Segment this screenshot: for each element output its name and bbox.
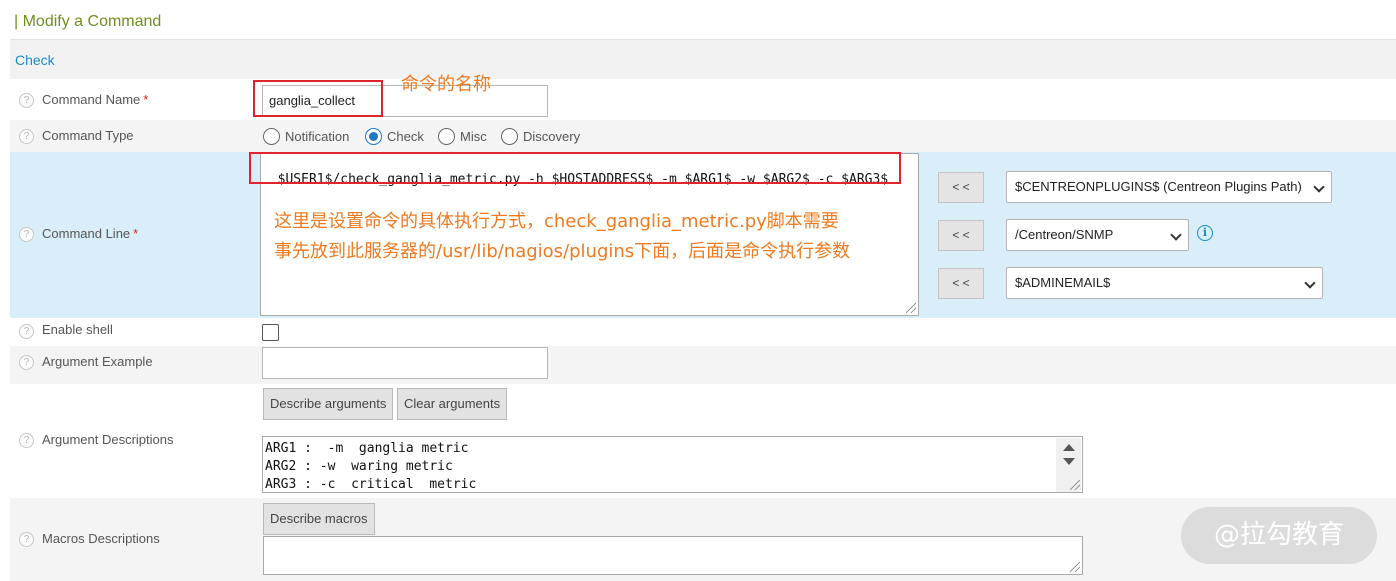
info-icon[interactable]: i (1197, 225, 1213, 241)
radio-button-icon (501, 127, 518, 145)
row-argument-example: ? Argument Example (10, 346, 1396, 384)
radio-button-icon (438, 127, 455, 145)
argument-line: ARG3 : -c critical metric (265, 477, 477, 492)
describe-arguments-button[interactable]: Describe arguments (263, 388, 394, 420)
command-name-highlight-box (253, 80, 383, 117)
annotation-command-line-2: 事先放到此服务器的/usr/lib/nagios/plugins下面，后面是命令… (274, 241, 851, 262)
section-header: Check (10, 39, 1396, 79)
page-title: | Modify a Command (14, 13, 162, 30)
command-line-highlight-box (249, 152, 901, 184)
watermark-logo: @拉勾教育 (1181, 507, 1377, 564)
macro-select-admin-email[interactable]: $ADMINEMAIL$ (1006, 267, 1323, 299)
macro-select-plugins-path[interactable]: $CENTREONPLUGINS$ (Centreon Plugins Path… (1006, 171, 1332, 203)
radio-notification[interactable]: Notification (263, 127, 349, 145)
help-icon[interactable]: ? (19, 355, 34, 370)
macros-descriptions-textarea[interactable] (263, 536, 1083, 575)
radio-discovery[interactable]: Discovery (501, 127, 580, 145)
annotation-command-line-1: 这里是设置命令的具体执行方式，check_ganglia_metric.py脚本… (274, 211, 839, 232)
argument-line: ARG2 : -w waring metric (265, 459, 453, 474)
insert-macro-button[interactable]: < < (938, 172, 984, 203)
clear-arguments-button[interactable]: Clear arguments (397, 388, 508, 420)
macros-descriptions-label: Macros Descriptions (42, 531, 160, 546)
chevron-down-icon (1313, 181, 1325, 193)
resize-handle-icon[interactable] (1070, 480, 1080, 490)
insert-macro-button[interactable]: < < (938, 268, 984, 299)
radio-button-selected-icon (365, 127, 382, 145)
macro-select-snmp[interactable]: /Centreon/SNMP (1006, 219, 1189, 251)
row-enable-shell: ? Enable shell (10, 318, 1396, 346)
help-icon[interactable]: ? (19, 532, 34, 547)
argument-descriptions-textarea[interactable]: ARG1 : -m ganglia metric ARG2 : -w warin… (262, 436, 1083, 493)
chevron-down-icon (1170, 229, 1182, 241)
help-icon[interactable]: ? (19, 227, 34, 242)
help-icon[interactable]: ? (19, 93, 34, 108)
command-name-label: Command Name * (42, 92, 149, 107)
help-icon[interactable]: ? (19, 433, 34, 448)
row-command-type: ? Command Type Notification Check Misc D… (10, 120, 1396, 152)
chevron-down-icon (1304, 277, 1316, 289)
scroll-up-icon[interactable] (1063, 444, 1075, 451)
argument-example-input[interactable] (262, 347, 548, 379)
argument-example-label: Argument Example (42, 354, 153, 369)
enable-shell-checkbox[interactable] (262, 324, 279, 341)
scroll-down-icon[interactable] (1063, 458, 1075, 465)
radio-misc[interactable]: Misc (438, 127, 487, 145)
help-icon[interactable]: ? (19, 129, 34, 144)
row-command-name: ? Command Name * (10, 80, 1396, 120)
argument-line: ARG1 : -m ganglia metric (265, 441, 469, 456)
radio-button-icon (263, 127, 280, 145)
describe-macros-button[interactable]: Describe macros (263, 503, 375, 535)
resize-handle-icon[interactable] (906, 303, 916, 313)
annotation-command-name: 命令的名称 (401, 74, 491, 95)
section-title-check: Check (15, 52, 55, 68)
insert-macro-button[interactable]: < < (938, 220, 984, 251)
enable-shell-label: Enable shell (42, 322, 113, 337)
command-type-label: Command Type (42, 128, 134, 143)
radio-check[interactable]: Check (365, 127, 424, 145)
argument-descriptions-label: Argument Descriptions (42, 432, 174, 447)
command-line-label: Command Line * (42, 226, 139, 241)
help-icon[interactable]: ? (19, 324, 34, 339)
resize-handle-icon[interactable] (1070, 562, 1080, 572)
